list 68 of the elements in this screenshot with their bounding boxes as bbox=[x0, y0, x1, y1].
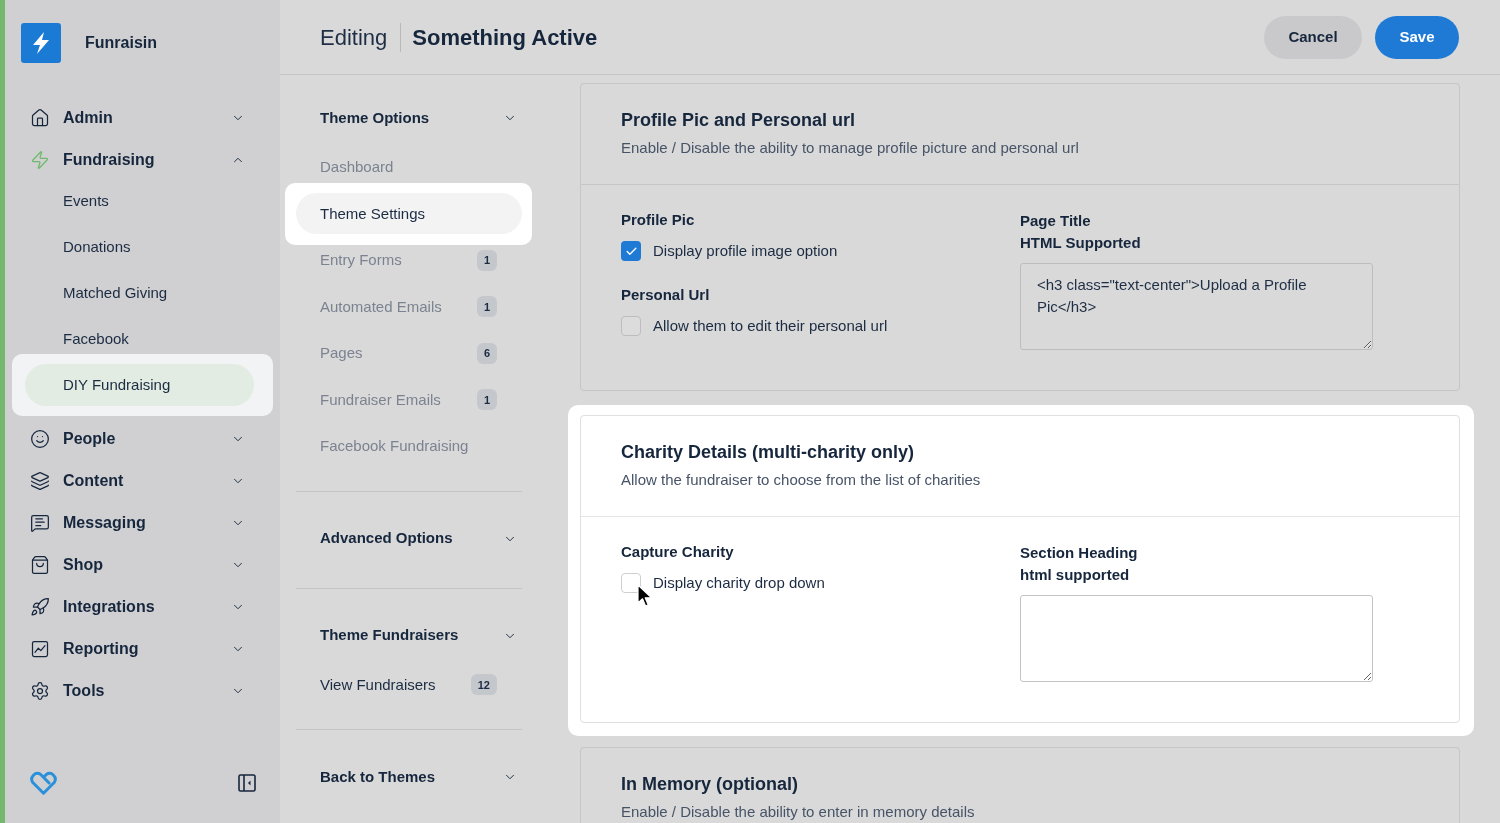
menu-item[interactable]: Pages 6 bbox=[296, 340, 522, 367]
card-description: Enable / Disable the ability to manage profile picture and personal url bbox=[621, 138, 1080, 158]
nav-item[interactable]: Content bbox=[25, 460, 260, 502]
card-title: In Memory (optional) bbox=[621, 773, 799, 796]
option-label: Capture Charity bbox=[621, 542, 735, 562]
submenu-item[interactable]: DIY Fundraising bbox=[25, 364, 254, 406]
brand-name: Funraisin bbox=[85, 33, 157, 53]
shopping-bag-icon bbox=[30, 555, 50, 575]
nav-item[interactable]: Tools bbox=[25, 670, 260, 712]
bolt-logo-icon bbox=[21, 23, 61, 63]
submenu-item[interactable]: Donations bbox=[25, 234, 254, 260]
menu-item[interactable]: Theme Settings bbox=[296, 193, 522, 235]
checkbox-label: Display profile image option bbox=[653, 241, 838, 261]
field-note: html supported bbox=[1020, 565, 1131, 585]
section-header[interactable]: Advanced Options bbox=[296, 517, 522, 560]
checkbox[interactable] bbox=[621, 241, 641, 261]
text-area-field[interactable] bbox=[1020, 595, 1373, 682]
count-badge: 12 bbox=[470, 674, 497, 696]
settings-icon bbox=[30, 681, 50, 701]
menu-item[interactable]: View Fundraisers 12 bbox=[296, 671, 522, 698]
card-description: Enable / Disable the ability to enter in memory details bbox=[621, 802, 976, 822]
nav-item[interactable]: Integrations bbox=[25, 586, 260, 628]
submenu-item[interactable]: Matched Giving bbox=[25, 280, 254, 306]
menu-item[interactable]: Entry Forms 1 bbox=[296, 247, 522, 274]
card-title: Charity Details (multi-charity only) bbox=[621, 441, 916, 464]
sidebar-collapse-icon[interactable] bbox=[238, 774, 256, 792]
face-icon bbox=[30, 429, 50, 449]
nav-item[interactable]: Shop bbox=[25, 544, 260, 586]
count-badge: 1 bbox=[476, 249, 497, 271]
option-label: Profile Pic bbox=[621, 210, 696, 230]
checkbox-label: Allow them to edit their personal url bbox=[653, 316, 888, 336]
page-title: Something Active bbox=[412, 23, 598, 52]
cancel-button[interactable]: Cancel bbox=[1264, 15, 1362, 59]
checkbox[interactable] bbox=[621, 573, 641, 593]
field-label: Page Title bbox=[1020, 211, 1092, 231]
rocket-icon bbox=[30, 597, 50, 617]
message-icon bbox=[30, 513, 50, 533]
nav-item[interactable]: Admin bbox=[25, 97, 260, 139]
layers-icon bbox=[30, 471, 50, 491]
header-mode-label: Editing bbox=[320, 23, 388, 52]
checkbox[interactable] bbox=[621, 316, 641, 336]
submenu-item[interactable]: Facebook bbox=[25, 326, 254, 352]
menu-item[interactable]: Automated Emails 1 bbox=[296, 293, 522, 320]
count-badge: 6 bbox=[476, 342, 497, 364]
field-label: Section Heading bbox=[1020, 543, 1139, 563]
mouse-pointer-icon bbox=[637, 584, 653, 608]
submenu-item[interactable]: Events bbox=[25, 188, 254, 214]
field-note: HTML Supported bbox=[1020, 233, 1142, 253]
nav-item[interactable]: People bbox=[25, 418, 260, 460]
card-description: Allow the fundraiser to choose from the list of charities bbox=[621, 470, 982, 490]
menu-item[interactable]: Fundraiser Emails 1 bbox=[296, 386, 522, 413]
option-label: Personal Url bbox=[621, 285, 711, 305]
house-icon bbox=[30, 108, 50, 128]
save-button[interactable]: Save bbox=[1375, 15, 1459, 59]
nav-item[interactable]: Fundraising bbox=[25, 139, 260, 181]
count-badge: 1 bbox=[476, 296, 497, 318]
chart-icon bbox=[30, 639, 50, 659]
card-title: Profile Pic and Personal url bbox=[621, 109, 857, 132]
section-header[interactable]: Theme Fundraisers bbox=[296, 614, 522, 657]
checkbox-label: Display charity drop down bbox=[653, 573, 825, 593]
lightning-icon bbox=[30, 150, 50, 170]
section-header[interactable]: Theme Options bbox=[296, 97, 522, 139]
count-badge: 1 bbox=[476, 389, 497, 411]
text-area-field[interactable]: <h3 class="text-center">Upload a Profile Pic</h3> bbox=[1020, 263, 1373, 350]
nav-item[interactable]: Reporting bbox=[25, 628, 260, 670]
nav-item[interactable]: Messaging bbox=[25, 502, 260, 544]
section-header[interactable]: Back to Themes bbox=[296, 756, 522, 798]
heart-logo-icon bbox=[28, 770, 59, 796]
